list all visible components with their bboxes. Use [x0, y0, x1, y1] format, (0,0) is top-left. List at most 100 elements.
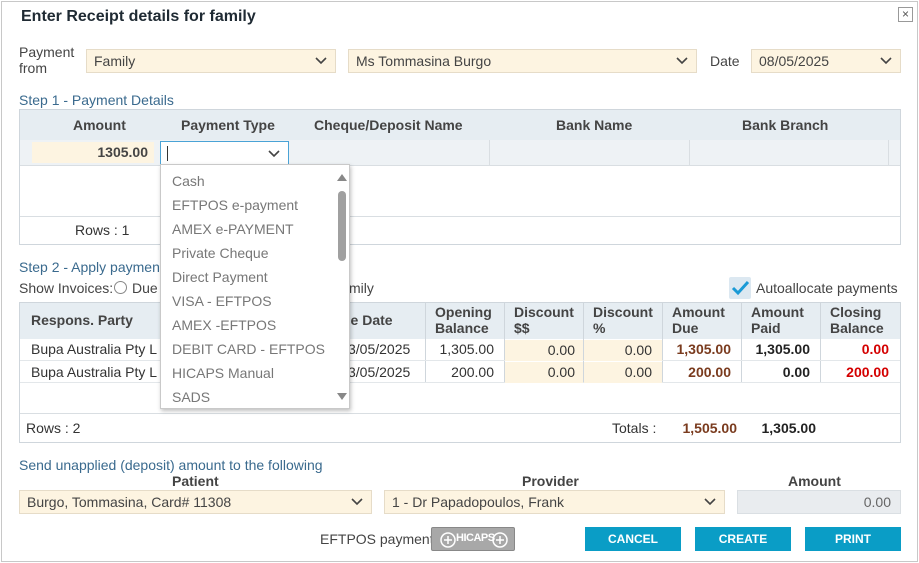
col-amount-paid: Amount Paid: [751, 304, 804, 336]
option-sads[interactable]: SADS: [172, 389, 210, 405]
option-eftpos-e-payment[interactable]: EFTPOS e-payment: [172, 197, 298, 213]
col-opening-balance: Opening Balance: [435, 304, 492, 336]
eftpos-hicaps-button[interactable]: HICAPS: [431, 527, 515, 551]
col-amount-due: Amount Due: [672, 304, 725, 336]
payment-details-grid: Amount Payment Type Cheque/Deposit Name …: [19, 109, 901, 245]
payer-person-value: Ms Tommasina Burgo: [356, 53, 492, 69]
col-payment-type: Payment Type: [181, 117, 275, 133]
patient-value: Burgo, Tommasina, Card# 11308: [27, 494, 232, 510]
col-cheque-name: Cheque/Deposit Name: [314, 117, 463, 133]
col-closing-balance: Closing Balance: [830, 304, 884, 336]
col-discount-percent: Discount %: [593, 304, 653, 336]
amount-value: 1305.00: [97, 144, 148, 160]
totals-label: Totals :: [612, 420, 657, 436]
col-respons-party: Respons. Party: [31, 312, 133, 328]
divider: [489, 140, 490, 166]
date-picker[interactable]: 08/05/2025: [751, 49, 901, 73]
radio-family-label: mily: [349, 280, 374, 296]
row-due-date: 3/05/2025: [348, 364, 411, 380]
col-bank-name: Bank Name: [556, 117, 633, 133]
chevron-down-icon: [268, 150, 280, 158]
col-bank-branch: Bank Branch: [742, 117, 829, 133]
total-amount-due: 1,505.00: [682, 420, 738, 436]
show-invoices-label: Show Invoices:: [19, 280, 114, 296]
col-discount-amount: Discount $$: [514, 304, 574, 336]
row-due-date: 3/05/2025: [348, 341, 411, 357]
print-button[interactable]: PRINT: [805, 527, 901, 551]
amount-input[interactable]: 1305.00: [32, 142, 154, 163]
row-party: Bupa Australia Pty L: [31, 364, 158, 380]
dialog-title: Enter Receipt details for family: [21, 8, 256, 25]
chevron-down-icon: [351, 498, 363, 506]
autoallocate-checkbox[interactable]: [729, 277, 751, 299]
option-hicaps-manual[interactable]: HICAPS Manual: [172, 365, 274, 381]
row-amount-paid[interactable]: 0.00: [742, 364, 810, 380]
invoices-grid: Respons. Party ue Date Opening Balance D…: [19, 302, 901, 443]
chevron-down-icon: [315, 57, 327, 65]
chevron-down-icon: [880, 57, 892, 65]
option-visa-eftpos[interactable]: VISA - EFTPOS: [172, 293, 272, 309]
payment-type-dropdown: Cash EFTPOS e-payment AMEX e-PAYMENT Pri…: [160, 164, 350, 409]
footer-divider: [20, 413, 900, 414]
step2-title: Step 2 - Apply payment: [19, 259, 164, 275]
date-value: 08/05/2025: [759, 53, 830, 69]
row-discount-percent-input[interactable]: 0.00: [584, 362, 662, 383]
provider-label: Provider: [522, 473, 579, 489]
text-cursor: [167, 146, 168, 161]
step1-rows-count: Rows : 1: [75, 222, 130, 238]
payment-source-value: Family: [94, 53, 136, 69]
payment-from-label: Payment from: [19, 44, 75, 76]
checkmark-icon: [731, 280, 750, 296]
payment-type-select[interactable]: [160, 141, 289, 165]
option-debit-card-eftpos[interactable]: DEBIT CARD - EFTPOS: [172, 341, 325, 357]
row-closing: 0.00: [861, 341, 889, 357]
chevron-down-icon: [676, 57, 688, 65]
hicaps-logo: HICAPS: [456, 532, 495, 544]
step1-title: Step 1 - Payment Details: [19, 92, 174, 108]
option-cash[interactable]: Cash: [172, 173, 205, 189]
row-opening: 200.00: [451, 364, 494, 380]
row-discount-percent-input[interactable]: 0.00: [584, 340, 662, 361]
amount-label: Amount: [788, 473, 841, 489]
provider-select[interactable]: 1 - Dr Papadopoulos, Frank: [384, 490, 725, 514]
scroll-up-icon[interactable]: [337, 173, 347, 181]
autoallocate-label: Autoallocate payments: [756, 280, 898, 296]
cheque-name-input[interactable]: [298, 142, 488, 163]
patient-select[interactable]: Burgo, Tommasina, Card# 11308: [19, 490, 372, 514]
row-discount-amount-input[interactable]: 0.00: [505, 362, 583, 383]
row-party: Bupa Australia Pty L: [31, 341, 158, 357]
create-button[interactable]: CREATE: [695, 527, 791, 551]
row-amount-due: 200.00: [688, 364, 731, 380]
date-label: Date: [710, 53, 740, 69]
deposit-amount-field[interactable]: 0.00: [737, 490, 901, 514]
col-amount: Amount: [73, 117, 126, 133]
payer-person-select[interactable]: Ms Tommasina Burgo: [348, 49, 697, 73]
option-direct-payment[interactable]: Direct Payment: [172, 269, 268, 285]
cancel-button[interactable]: CANCEL: [585, 527, 681, 551]
hicaps-circle-icon: [492, 532, 508, 548]
hicaps-circle-icon: [440, 532, 456, 548]
row-closing: 200.00: [846, 364, 889, 380]
radio-due[interactable]: [114, 281, 127, 294]
scroll-down-icon[interactable]: [337, 393, 347, 401]
row-amount-paid[interactable]: 1,305.00: [742, 341, 811, 357]
row-discount-amount-input[interactable]: 0.00: [505, 340, 583, 361]
provider-value: 1 - Dr Papadopoulos, Frank: [392, 494, 564, 510]
scrollbar-thumb[interactable]: [338, 191, 346, 261]
eftpos-label: EFTPOS payment: [320, 531, 434, 547]
footer-divider: [20, 216, 900, 217]
option-private-cheque[interactable]: Private Cheque: [172, 245, 269, 261]
payment-source-select[interactable]: Family: [86, 49, 336, 73]
dropdown-scrollbar[interactable]: [336, 171, 348, 403]
radio-due-label: Due: [132, 280, 158, 296]
divider: [689, 140, 690, 166]
close-icon[interactable]: ×: [898, 7, 913, 22]
chevron-down-icon: [704, 498, 716, 506]
row-amount-due: 1,305.00: [676, 341, 732, 357]
total-amount-paid: 1,305.00: [761, 420, 817, 436]
patient-label: Patient: [172, 473, 219, 489]
row-opening: 1,305.00: [439, 341, 495, 357]
option-amex-eftpos[interactable]: AMEX -EFTPOS: [172, 317, 276, 333]
deposit-title: Send unapplied (deposit) amount to the f…: [19, 457, 323, 473]
option-amex-e-payment[interactable]: AMEX e-PAYMENT: [172, 221, 294, 237]
